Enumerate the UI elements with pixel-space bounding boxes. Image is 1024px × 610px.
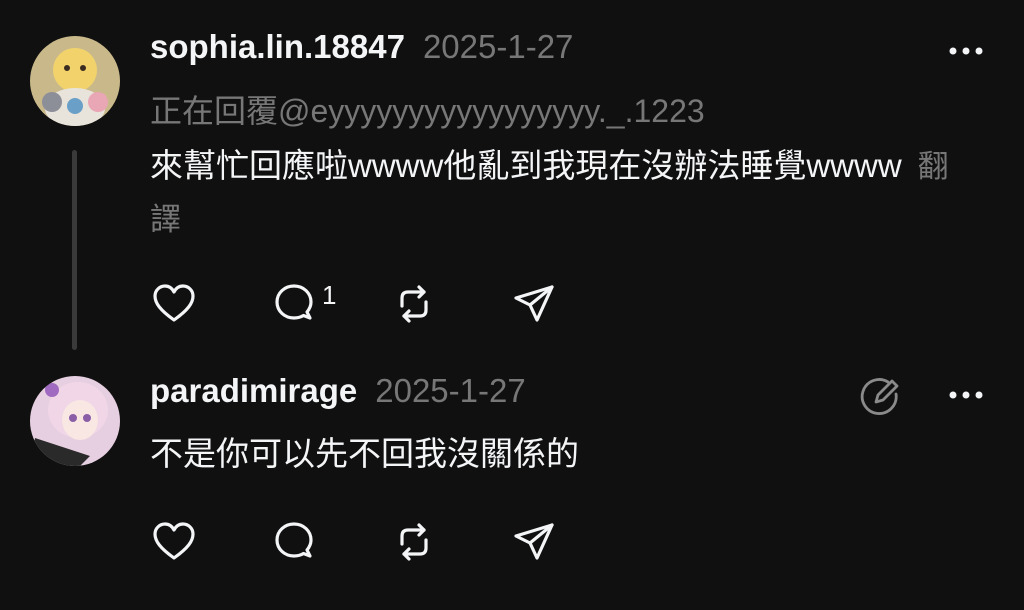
edit-button[interactable] xyxy=(858,374,902,418)
more-icon xyxy=(949,47,983,55)
post-body: 來幫忙回應啦wwww他亂到我現在沒辦法睡覺wwww xyxy=(150,147,902,184)
timestamp[interactable]: 2025-1-27 xyxy=(375,372,525,410)
more-button[interactable] xyxy=(946,380,986,410)
like-button[interactable] xyxy=(150,518,270,566)
thread-post: paradimirage 2025-1-27 不是你可以先不回我沒關係的 xyxy=(0,358,1024,610)
repost-button[interactable] xyxy=(390,518,510,566)
comment-icon xyxy=(275,284,313,320)
reply-to-label[interactable]: 正在回覆@eyyyyyyyyyyyyyyyyy._.1223 xyxy=(150,86,705,132)
edit-icon xyxy=(860,378,899,415)
action-bar: 1 xyxy=(150,280,630,328)
avatar[interactable] xyxy=(30,376,120,466)
repost-button[interactable] xyxy=(390,280,510,328)
timestamp[interactable]: 2025-1-27 xyxy=(423,28,573,66)
repost-icon xyxy=(400,285,428,323)
more-icon xyxy=(949,391,983,399)
post-text: 不是你可以先不回我沒關係的 xyxy=(150,435,579,472)
post-header: paradimirage 2025-1-27 xyxy=(150,372,526,410)
username[interactable]: sophia.lin.18847 xyxy=(150,28,405,66)
heart-icon xyxy=(153,284,195,322)
reply-count: 1 xyxy=(322,279,337,310)
more-button[interactable] xyxy=(946,36,986,66)
heart-icon xyxy=(153,522,195,560)
username[interactable]: paradimirage xyxy=(150,372,357,410)
like-button[interactable] xyxy=(150,280,270,328)
comment-icon xyxy=(275,522,313,558)
share-icon xyxy=(514,285,554,322)
post-header: sophia.lin.18847 2025-1-27 xyxy=(150,28,573,66)
repost-icon xyxy=(400,523,428,561)
reply-button[interactable]: 1 xyxy=(270,280,390,328)
share-icon xyxy=(514,523,554,560)
reply-button[interactable] xyxy=(270,518,390,566)
post-text: 來幫忙回應啦wwww他亂到我現在沒辦法睡覺wwww 翻譯 xyxy=(150,140,950,246)
share-button[interactable] xyxy=(510,280,630,328)
thread-post: sophia.lin.18847 2025-1-27 正在回覆@eyyyyyyy… xyxy=(0,0,1024,358)
avatar[interactable] xyxy=(30,36,120,126)
thread-line xyxy=(72,150,77,350)
share-button[interactable] xyxy=(510,518,630,566)
action-bar xyxy=(150,518,630,566)
